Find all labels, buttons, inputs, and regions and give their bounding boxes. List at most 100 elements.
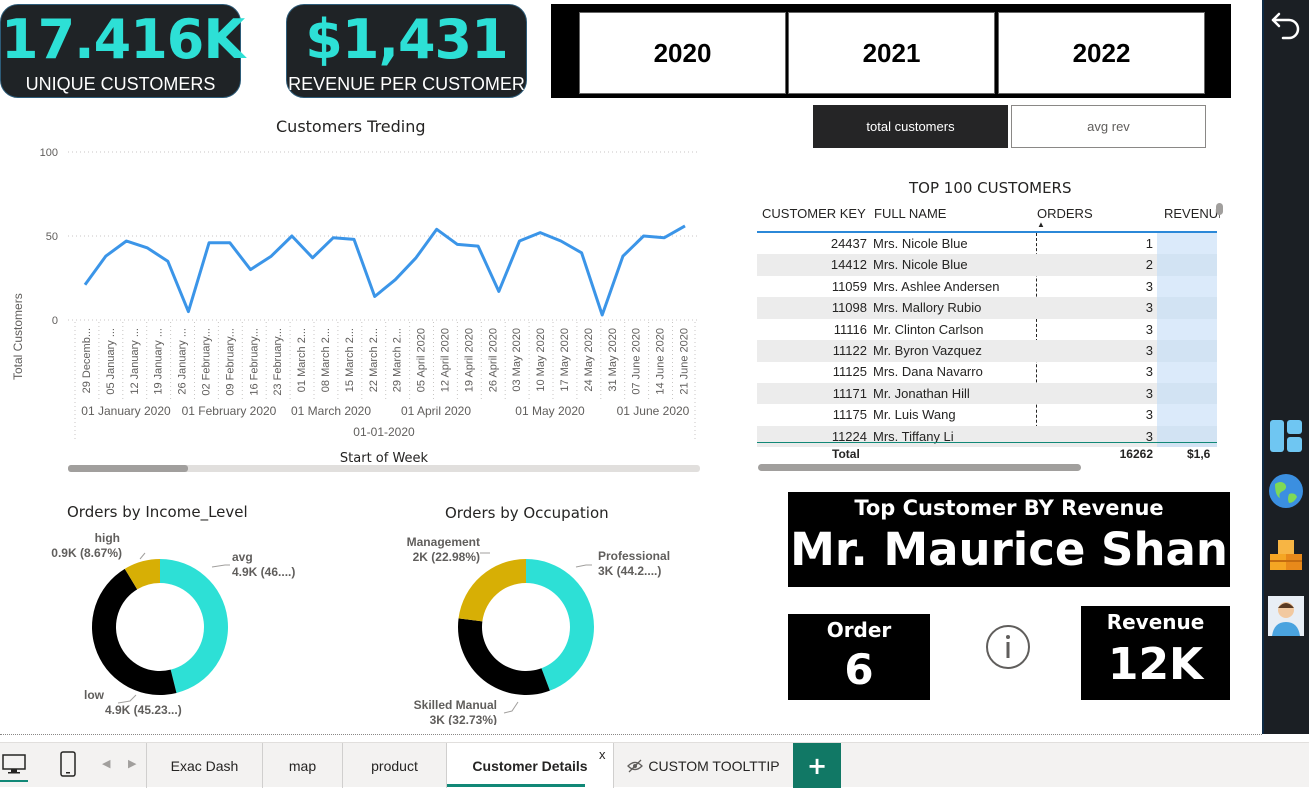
cell-full-name: Mrs. Nicole Blue xyxy=(873,236,968,251)
table-row[interactable]: 24437Mrs. Nicole Blue1 xyxy=(757,233,1217,255)
top-customers-table: CUSTOMER KEY FULL NAME ORDERS ▲ REVENUI … xyxy=(757,198,1225,473)
info-icon[interactable] xyxy=(985,624,1031,670)
year-button-2021[interactable]: 2021 xyxy=(788,12,995,94)
trend-scrollbar-thumb[interactable] xyxy=(68,465,188,472)
trend-week-tick-label: 07 June 2020 xyxy=(631,328,643,395)
trend-month-tick-label: 01 May 2020 xyxy=(515,404,585,418)
mobile-view-icon[interactable] xyxy=(60,751,76,777)
col-header-revenue[interactable]: REVENUI xyxy=(1164,206,1220,221)
cell-customer-key: 11059 xyxy=(797,279,867,294)
trend-week-tick-label: 29 Decemb... xyxy=(81,328,93,393)
table-row[interactable]: 11125Mrs. Dana Navarro3 xyxy=(757,361,1217,383)
income-chart-title: Orders by Income_Level xyxy=(67,503,248,521)
cell-customer-key: 11116 xyxy=(797,322,867,337)
table-row[interactable]: 11171Mr. Jonathan Hill3 xyxy=(757,383,1217,405)
canvas-bottom-border xyxy=(0,734,1262,735)
customer-avatar-icon[interactable] xyxy=(1268,596,1304,636)
occupation-slice-management[interactable] xyxy=(459,559,526,621)
report-canvas: 17.416K UNIQUE CUSTOMERS $1,431 REVENUE … xyxy=(0,0,1262,740)
occupation-label-value: 2K (22.98%) xyxy=(413,550,480,564)
table-row[interactable]: 11059Mrs. Ashlee Andersen3 xyxy=(757,276,1217,298)
cell-orders: 2 xyxy=(1097,257,1153,272)
total-customers-toggle[interactable]: total customers xyxy=(813,105,1008,148)
back-arrow-icon[interactable] xyxy=(1269,6,1303,40)
trend-chart-title: Customers Treding xyxy=(276,117,426,136)
orders-by-income-donut: avg4.9K (46....)low4.9K (45.23...)high0.… xyxy=(0,525,330,725)
occupation-slice-skilled-manual[interactable] xyxy=(458,618,550,695)
income-slice-low[interactable] xyxy=(92,569,176,695)
trend-week-tick-label: 12 January ... xyxy=(129,328,141,395)
boxes-icon[interactable] xyxy=(1266,538,1306,578)
income-label-name: avg xyxy=(232,550,253,564)
occupation-label-name: Management xyxy=(407,535,480,549)
close-tab-icon[interactable]: x xyxy=(599,747,606,762)
income-label-value: 4.9K (46....) xyxy=(232,565,295,579)
table-h-scrollbar[interactable] xyxy=(758,464,1081,471)
globe-icon[interactable] xyxy=(1267,472,1305,510)
order-card: Order 6 xyxy=(788,614,930,700)
income-label-value: 4.9K (45.23...) xyxy=(105,703,182,717)
page-tab-bar: ◀ ▶ Exac Dash map product Customer Detai… xyxy=(0,742,1309,787)
trend-week-tick-label: 10 May 2020 xyxy=(535,328,547,392)
customers-trend-chart: 050100 29 Decemb...05 January ...12 Janu… xyxy=(0,140,710,480)
next-page-arrow-icon[interactable]: ▶ xyxy=(128,757,136,770)
trend-gridlines xyxy=(68,152,700,320)
cell-full-name: Mr. Jonathan Hill xyxy=(873,386,970,401)
col-header-full-name[interactable]: FULL NAME xyxy=(874,206,946,221)
tab-exac-dash[interactable]: Exac Dash xyxy=(147,743,263,788)
occupation-label-name: Skilled Manual xyxy=(414,698,497,712)
table-row[interactable]: 11098Mrs. Mallory Rubio3 xyxy=(757,297,1217,319)
trend-week-tick-label: 15 March 2... xyxy=(344,328,356,392)
unique-customers-label: UNIQUE CUSTOMERS xyxy=(1,75,240,93)
year-button-2020[interactable]: 2020 xyxy=(579,12,786,94)
tab-custom-tooltip-label: CUSTOM TOOLTTIP xyxy=(648,758,779,774)
table-v-scrollbar[interactable] xyxy=(1216,203,1223,215)
cell-customer-key: 11125 xyxy=(797,364,867,379)
order-value: 6 xyxy=(788,644,930,696)
revenue-card: Revenue 12K xyxy=(1081,606,1230,700)
cell-full-name: Mrs. Dana Navarro xyxy=(873,364,983,379)
occupation-data-label: Skilled Manual3K (32.73%) xyxy=(414,698,518,725)
table-row[interactable]: 11116Mr. Clinton Carlson3 xyxy=(757,319,1217,341)
desktop-view-icon[interactable] xyxy=(2,753,26,775)
table-row[interactable]: 11122Mr. Byron Vazquez3 xyxy=(757,340,1217,362)
tab-custom-tooltip[interactable]: CUSTOM TOOLTTIP xyxy=(614,743,792,788)
cell-orders: 3 xyxy=(1097,407,1153,422)
tab-customer-details[interactable]: Customer Details xyxy=(447,743,614,788)
trend-year-label: 01-01-2020 xyxy=(353,425,415,439)
hidden-page-icon xyxy=(626,759,644,773)
cell-orders: 3 xyxy=(1097,279,1153,294)
avg-rev-toggle[interactable]: avg rev xyxy=(1011,105,1206,148)
cell-customer-key: 11098 xyxy=(797,300,867,315)
add-page-button[interactable]: + xyxy=(793,743,841,788)
trend-x-week-labels: 29 Decemb...05 January ...12 January ...… xyxy=(75,322,695,442)
unique-customers-card: 17.416K UNIQUE CUSTOMERS xyxy=(0,4,241,98)
trend-x-month-labels: 01 January 202001 February 202001 March … xyxy=(81,404,689,418)
year-button-2022[interactable]: 2022 xyxy=(998,12,1205,94)
trend-week-tick-label: 22 March 2... xyxy=(368,328,380,392)
top-customers-title: TOP 100 CUSTOMERS xyxy=(909,179,1072,197)
col-header-customer-key[interactable]: CUSTOMER KEY xyxy=(762,206,866,221)
income-leader-line xyxy=(212,565,230,567)
cell-orders: 1 xyxy=(1097,236,1153,251)
trend-month-tick-label: 01 April 2020 xyxy=(401,404,471,418)
occupation-label-value: 3K (32.73%) xyxy=(430,713,497,725)
tab-product[interactable]: product xyxy=(343,743,447,788)
trend-week-tick-label: 01 March 2... xyxy=(296,328,308,392)
income-label-value: 0.9K (8.67%) xyxy=(51,546,122,560)
trend-month-tick-label: 01 March 2020 xyxy=(291,404,371,418)
cell-full-name: Mrs. Nicole Blue xyxy=(873,257,968,272)
tab-map[interactable]: map xyxy=(263,743,343,788)
dashboard-icon[interactable] xyxy=(1268,418,1304,454)
trend-month-tick-label: 01 January 2020 xyxy=(81,404,171,418)
table-row[interactable]: 14412Mrs. Nicole Blue2 xyxy=(757,254,1217,276)
occupation-data-label: Management2K (22.98%) xyxy=(407,535,490,564)
tab-customer-details-label: Customer Details xyxy=(472,758,587,774)
trend-week-tick-label: 21 June 2020 xyxy=(679,328,691,395)
occupation-label-value: 3K (44.2....) xyxy=(598,564,661,578)
table-row[interactable]: 11224Mrs. Tiffany Li3 xyxy=(757,426,1217,448)
trend-week-tick-label: 29 March 2... xyxy=(392,328,404,392)
col-header-orders[interactable]: ORDERS xyxy=(1037,206,1093,221)
prev-page-arrow-icon[interactable]: ◀ xyxy=(102,757,110,770)
table-row[interactable]: 11175Mr. Luis Wang3 xyxy=(757,404,1217,426)
